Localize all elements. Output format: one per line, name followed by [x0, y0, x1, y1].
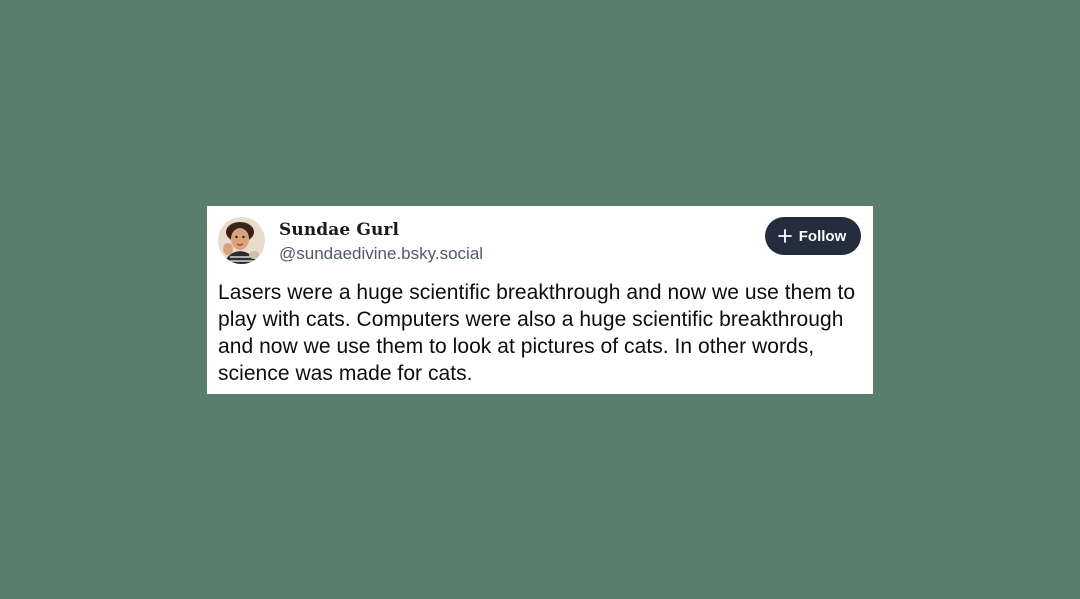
- post-text: Lasers were a huge scientific breakthrou…: [218, 281, 856, 385]
- avatar[interactable]: [218, 217, 265, 264]
- profile-photo-icon: [218, 217, 265, 264]
- post-card: Sundae Gurl @sundaedivine.bsky.social Fo…: [207, 206, 873, 394]
- author-handle[interactable]: @sundaedivine.bsky.social: [279, 243, 483, 265]
- follow-button[interactable]: Follow: [765, 217, 861, 255]
- plus-icon: [777, 229, 792, 243]
- follow-button-label: Follow: [798, 227, 847, 245]
- author-display-name[interactable]: Sundae Gurl: [279, 219, 399, 241]
